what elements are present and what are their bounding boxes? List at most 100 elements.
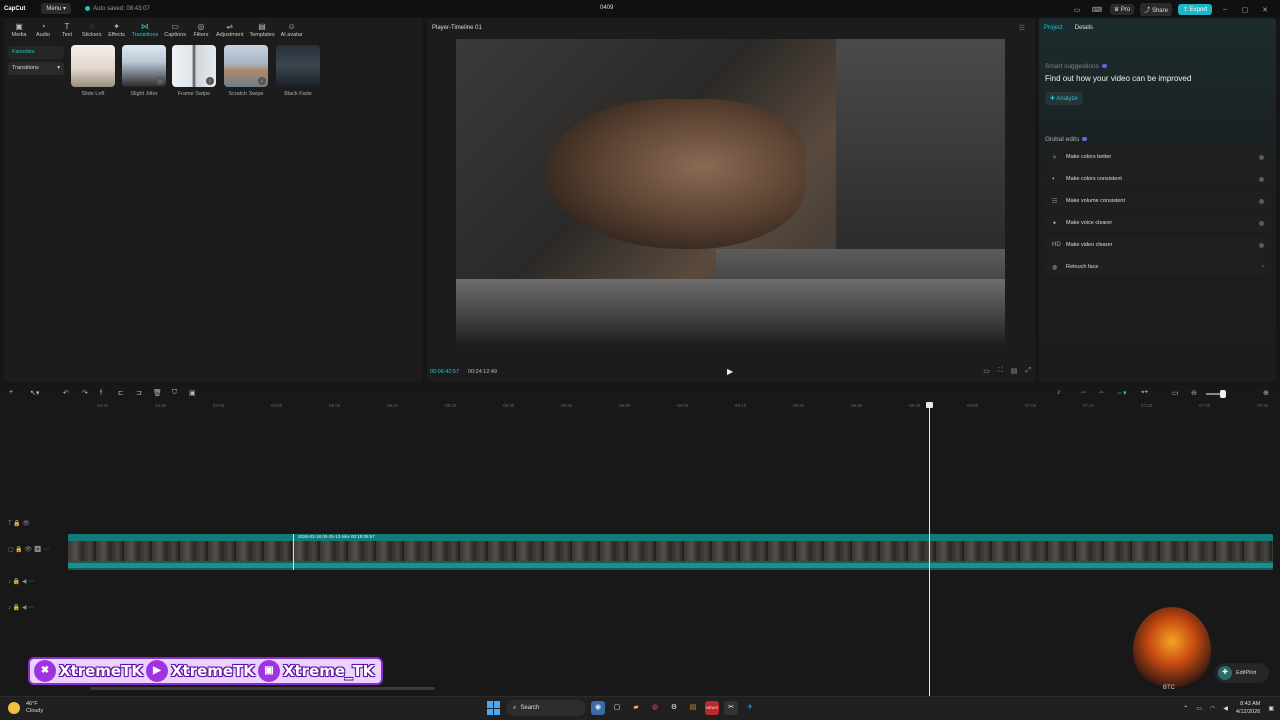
magnet-icon[interactable]: ⇔ (1080, 389, 1087, 396)
toggle-switch[interactable] (1259, 220, 1264, 226)
favorites-item[interactable]: Favorites (8, 46, 64, 59)
tab-ai-avatar[interactable]: ☺ AI avatar (281, 21, 303, 40)
link-icon[interactable]: ⇔ (1098, 389, 1105, 396)
toggle-switch[interactable] (1259, 176, 1264, 182)
fullscreen-icon[interactable]: ⤢ (1025, 367, 1031, 375)
undo-icon[interactable]: ↶ (63, 389, 69, 397)
notification-icon[interactable]: ▣ (1268, 705, 1274, 712)
tab-effects[interactable]: ✦ Effects (108, 21, 126, 40)
export-button[interactable]: ⇪ Export (1177, 4, 1212, 15)
clock[interactable]: 8:43 AM 4/12/2026 (1236, 700, 1260, 716)
pro-button[interactable]: ♛ Pro (1109, 4, 1135, 15)
lock-icon[interactable]: 🔒 (13, 605, 20, 611)
settings-icon[interactable]: ⚙ (667, 701, 681, 715)
tab-captions[interactable]: ▭ Captions (164, 21, 186, 40)
volume-icon[interactable]: ◀ (1223, 705, 1228, 712)
transition-card[interactable]: Black Fade (276, 45, 320, 97)
transition-card[interactable]: ↓ Scratch Swipe (224, 45, 268, 97)
tab-stickers[interactable]: ◌ Stickers (82, 21, 102, 40)
minimize-icon[interactable]: – (1218, 6, 1232, 13)
shield-icon[interactable]: ⛉ (172, 389, 177, 397)
toggle-switch[interactable] (1259, 198, 1264, 204)
category-select[interactable]: Transitions ▾ (8, 62, 64, 75)
copilot-icon[interactable]: ◉ (591, 701, 605, 715)
playhead[interactable] (929, 404, 930, 696)
tab-audio[interactable]: ◔ Audio (34, 21, 52, 40)
more-icon[interactable]: ⋯ (28, 605, 34, 611)
mute-icon[interactable]: ◀ (22, 605, 27, 611)
tab-text[interactable]: T Text (58, 21, 76, 40)
eye-icon[interactable]: 👁 (22, 521, 30, 527)
player-menu-icon[interactable]: ☰ (1019, 24, 1025, 32)
chrome-icon[interactable]: ◍ (648, 701, 662, 715)
global-edit-row[interactable]: ◐ Make colors consistent (1045, 170, 1271, 188)
video-preview[interactable] (456, 39, 1005, 348)
global-edit-row[interactable]: ☷ Make volume consistent (1045, 192, 1271, 210)
close-icon[interactable]: ✕ (1258, 6, 1272, 14)
tab-adjustment[interactable]: ⇌ Adjustment (216, 21, 244, 40)
zoom-in-icon[interactable]: ⊕ (1263, 389, 1269, 397)
weather-widget[interactable]: 46°F Cloudy (26, 701, 43, 715)
global-edit-row[interactable]: HD Make video clearer (1045, 236, 1271, 254)
share-button[interactable]: ⤴ Share (1140, 3, 1172, 16)
split-left-icon[interactable]: ⊏ (118, 389, 124, 397)
screen-icon[interactable]: ▭ (1172, 389, 1179, 397)
add-icon[interactable]: + (9, 389, 13, 396)
weather-cloudy-icon[interactable] (8, 702, 20, 714)
menu-button[interactable]: Menu ▾ (41, 3, 72, 14)
transition-card[interactable]: ↓ Frame Swipe (172, 45, 216, 97)
select-tool-icon[interactable]: ↖▾ (30, 389, 39, 397)
tab-project[interactable]: Project (1044, 25, 1063, 31)
shortcut-icon[interactable]: ⌨ (1090, 6, 1104, 14)
editpilot-button[interactable]: ✚ EditPilot (1215, 663, 1269, 683)
split-icon[interactable]: ⫲ (100, 389, 102, 397)
tab-details[interactable]: Details (1075, 25, 1093, 31)
news-icon[interactable]: NEWS (705, 701, 719, 715)
video-clip[interactable]: 2026-03-18 00-25-13.mkv 00:19:05:57 (68, 534, 1273, 570)
lock-icon[interactable]: 🔒 (15, 547, 22, 553)
delete-icon[interactable]: 🗑 (153, 389, 162, 397)
more-icon[interactable]: ⋯ (28, 579, 34, 585)
wifi-icon[interactable]: ◠ (1210, 705, 1215, 712)
zoom-slider-handle[interactable] (1220, 390, 1226, 398)
quality-icon[interactable]: ▤ (1011, 367, 1018, 375)
analyze-button[interactable]: ✚ Analyze (1045, 92, 1083, 105)
maximize-icon[interactable]: ▢ (1238, 6, 1252, 14)
layout-icon[interactable]: ▭ (1070, 6, 1084, 14)
lock-icon[interactable]: 🔒 (13, 579, 20, 585)
redo-icon[interactable]: ↷ (82, 389, 88, 397)
app-icon[interactable]: ▤ (686, 701, 700, 715)
mute-icon[interactable]: ◀ (22, 579, 27, 585)
more-icon[interactable]: ⋯ (43, 547, 49, 553)
timeline-scrollbar[interactable] (90, 687, 435, 690)
windows-start-icon[interactable] (487, 701, 501, 715)
taskbar-search[interactable]: ⌕ Search (506, 700, 586, 716)
zoom-out-icon[interactable]: ⊖ (1191, 389, 1197, 397)
snap-icon[interactable]: ⌖▾ (1141, 389, 1148, 397)
tab-transitions[interactable]: ⋈ Transitions (132, 21, 159, 40)
task-view-icon[interactable]: ▢ (610, 701, 624, 715)
play-icon[interactable]: ▶ (727, 367, 733, 376)
global-edit-row[interactable]: ✧ Make colors better (1045, 148, 1271, 166)
split-right-icon[interactable]: ⊐ (136, 389, 142, 397)
tab-filters[interactable]: ◎ Filters (192, 21, 210, 40)
file-explorer-icon[interactable]: ▰ (629, 701, 643, 715)
ratio-icon[interactable]: ▭ (983, 367, 990, 375)
global-edit-row[interactable]: ✦ Make voice clearer (1045, 214, 1271, 232)
global-edit-row[interactable]: ◍ Retouch face › (1045, 258, 1271, 276)
steam-icon[interactable]: ✈ (743, 701, 757, 715)
transition-card[interactable]: Slide Left (71, 45, 115, 97)
capcut-icon[interactable]: ✂ (724, 701, 738, 715)
toggle-switch[interactable] (1259, 242, 1264, 248)
download-icon[interactable]: ↓ (258, 77, 266, 85)
transition-card[interactable]: ↓ Slight Jitter (122, 45, 166, 97)
chevron-up-icon[interactable]: ⌃ (1183, 705, 1188, 712)
lock-icon[interactable]: 🔒 (13, 521, 20, 527)
audio-icon[interactable]: ◀ (34, 547, 42, 553)
download-icon[interactable]: ↓ (156, 77, 164, 85)
auto-reframe-icon[interactable]: ▣ (189, 389, 196, 397)
tab-media[interactable]: ▣ Media (10, 21, 28, 40)
download-icon[interactable]: ↓ (206, 77, 214, 85)
preview-axis-icon[interactable]: ⇔▾ (1116, 389, 1127, 397)
tab-templates[interactable]: ▤ Templates (250, 21, 275, 40)
